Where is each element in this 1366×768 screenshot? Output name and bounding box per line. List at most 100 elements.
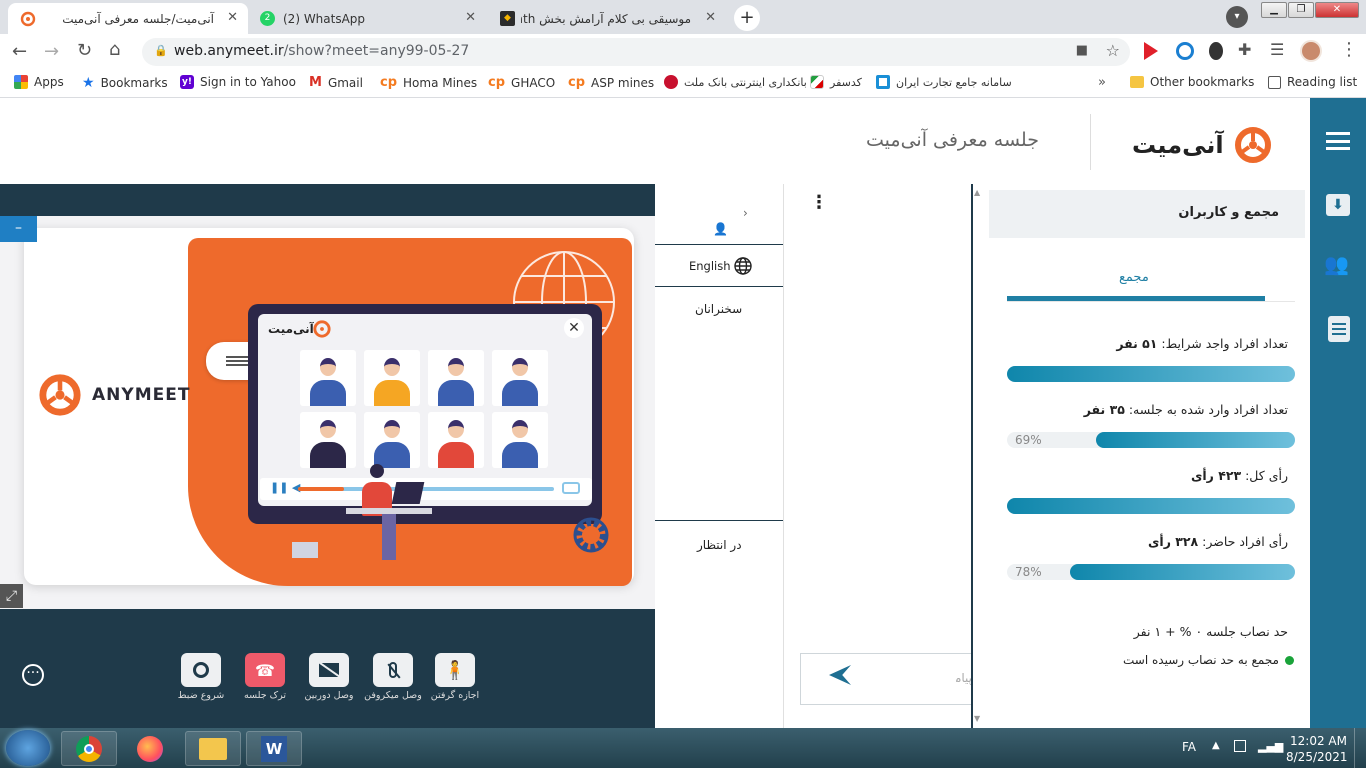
bookmark-bank-mellat[interactable]: بانکداری اینترنتی بانک ملت <box>664 75 807 89</box>
globe-icon <box>733 257 752 275</box>
users-group-icon[interactable]: 👥 <box>1324 252 1349 276</box>
taskbar-explorer[interactable] <box>185 731 241 766</box>
close-tab-icon[interactable]: ✕ <box>705 10 716 25</box>
close-window-button[interactable]: ✕ <box>1315 2 1359 18</box>
meeting-title: جلسه معرفی آنی‌میت <box>866 129 1039 151</box>
bookmark-kadsafar[interactable]: کدسفر <box>810 75 862 89</box>
participant-avatar-icon <box>428 350 484 406</box>
control-label: اجازه گرفتن <box>430 690 480 701</box>
extensions-puzzle-icon[interactable]: ✚ <box>1238 40 1251 59</box>
stat-label: تعداد افراد واجد شرایط: ۵۱ نفر <box>1116 336 1288 351</box>
other-bookmarks[interactable]: Other bookmarks <box>1130 75 1254 89</box>
tab-music[interactable]: ◆ موسیقی بی کلام آرامش بخش Path ✕ <box>490 3 726 34</box>
bookmark-apps[interactable]: Apps <box>14 75 64 89</box>
home-icon[interactable]: ⌂ <box>109 39 120 60</box>
download-icon[interactable]: ⬇ <box>1326 194 1350 216</box>
address-bar[interactable]: 🔒 web.anymeet.ir/show?meet=any99-05-27 ■… <box>142 38 1130 66</box>
url-path: /show?meet=any99-05-27 <box>283 43 470 59</box>
hamburger-menu-icon[interactable] <box>1326 132 1350 150</box>
hangup-icon: ☎ <box>255 660 275 680</box>
chat-menu-icon[interactable]: ⋮ <box>810 192 828 213</box>
close-tab-icon[interactable]: ✕ <box>465 10 476 25</box>
music-favicon-icon: ◆ <box>500 11 515 26</box>
tab-search-icon[interactable]: ▾ <box>1226 6 1248 28</box>
close-tab-icon[interactable]: ✕ <box>227 10 238 25</box>
more-menu-icon[interactable]: ⋮ <box>1340 39 1358 60</box>
tab-assembly[interactable]: مجمع <box>1119 270 1149 285</box>
stat-name: تعداد افراد وارد شده به جلسه: <box>1124 402 1288 417</box>
bookmark-homa-mines[interactable]: cp Homa Mines <box>380 75 477 90</box>
raise-hand-button[interactable]: 🧍 <box>435 653 475 687</box>
bookmark-star-icon[interactable]: ☆ <box>1106 41 1120 60</box>
taskbar-chrome[interactable] <box>61 731 117 766</box>
reading-list[interactable]: Reading list <box>1268 75 1357 89</box>
chat-input-box[interactable]: پیامی <box>800 653 972 705</box>
scroll-down-icon[interactable]: ▼ <box>974 714 980 723</box>
camera-off-button[interactable] <box>309 653 349 687</box>
reading-list-icon <box>1268 75 1281 89</box>
back-icon[interactable]: ← <box>12 41 27 62</box>
bookmark-tejarat-portal[interactable]: سامانه جامع تجارت ایران <box>876 75 1012 89</box>
more-options-icon[interactable]: ··· <box>22 664 44 686</box>
media-control-icon[interactable]: ☰ <box>1270 40 1284 59</box>
minimize-window-button[interactable]: ▁ <box>1261 2 1287 18</box>
network-icon[interactable]: ▂▄▆ <box>1258 740 1283 753</box>
clipboard-icon[interactable] <box>1328 316 1350 342</box>
bookmark-gmail[interactable]: M Gmail <box>309 75 363 90</box>
extension-sync-icon[interactable] <box>1176 42 1194 60</box>
mic-off-icon <box>387 662 401 679</box>
forward-icon[interactable]: → <box>44 41 59 62</box>
record-button[interactable] <box>181 653 221 687</box>
input-language[interactable]: FA <box>1182 740 1196 754</box>
camera-blocked-icon[interactable]: ■ <box>1076 43 1088 58</box>
control-label: ترک جلسه <box>244 690 286 701</box>
gmail-icon: M <box>309 75 322 90</box>
stat-value: ۴۲۳ رأی <box>1190 468 1242 483</box>
tab-anymeet[interactable]: آنی‌میت/جلسه معرفی آنی‌میت ✕ <box>8 3 248 34</box>
clock-date[interactable]: 8/25/2021 <box>1286 750 1348 764</box>
scroll-up-icon[interactable]: ▲ <box>974 188 980 197</box>
mic-off-button[interactable] <box>373 653 413 687</box>
send-icon[interactable] <box>829 665 851 685</box>
extension-red-icon[interactable] <box>1144 42 1158 60</box>
raise-hand-icon: 🧍 <box>443 659 467 681</box>
bank-icon <box>664 75 678 89</box>
yahoo-icon: y! <box>180 75 194 89</box>
divider <box>655 244 783 245</box>
bookmark-bookmarks[interactable]: ★ Bookmarks <box>82 75 168 91</box>
participant-avatar-icon <box>492 350 548 406</box>
clock-time[interactable]: 12:02 AM <box>1290 734 1347 748</box>
collapse-chevron-icon[interactable]: › <box>743 206 748 220</box>
stat-value: ۳۵ نفر <box>1083 402 1125 417</box>
stat-percent: 78% <box>1015 565 1042 579</box>
extension-dark-icon[interactable] <box>1209 42 1223 60</box>
show-desktop-button[interactable] <box>1354 728 1366 768</box>
reload-icon[interactable]: ↻ <box>77 40 92 61</box>
hangup-button[interactable]: ☎ <box>245 653 285 687</box>
taskbar-firefox[interactable] <box>122 731 178 766</box>
quorum-status: مجمع به حد نصاب رسیده است <box>1123 653 1294 667</box>
minimize-presentation-button[interactable]: – <box>0 216 37 242</box>
tray-expand-icon[interactable]: ▲ <box>1212 740 1220 751</box>
expand-icon[interactable]: ⤢ <box>0 584 23 608</box>
chrome-icon <box>76 735 102 762</box>
profile-avatar[interactable] <box>1300 40 1322 62</box>
tab-whatsapp[interactable]: 2 (2) WhatsApp ✕ <box>250 3 486 34</box>
bookmark-asp-mines[interactable]: cp ASP mines <box>568 75 654 90</box>
user-icon[interactable]: 👤 <box>713 222 728 236</box>
bookmark-ghaco[interactable]: cp GHACO <box>488 75 555 90</box>
more-bookmarks-chevron[interactable]: » <box>1098 75 1106 90</box>
fullscreen-mini-icon <box>562 482 580 494</box>
start-button[interactable] <box>6 730 50 766</box>
restore-window-button[interactable]: ❐ <box>1288 2 1314 18</box>
scrollbar-track[interactable]: ▲ ▼ <box>973 188 981 728</box>
taskbar-word[interactable]: W <box>246 731 302 766</box>
language-toggle[interactable]: English <box>689 256 753 276</box>
bookmark-yahoo[interactable]: y! Sign in to Yahoo <box>180 75 296 89</box>
new-tab-button[interactable]: + <box>734 5 760 31</box>
windows-taskbar: W FA ▲ ▂▄▆ 12:02 AM 8/25/2021 <box>0 728 1366 768</box>
bookmark-label: بانکداری اینترنتی بانک ملت <box>684 75 807 89</box>
bookmark-label: GHACO <box>511 75 556 90</box>
action-center-icon[interactable] <box>1234 740 1246 752</box>
logo-text: آنی‌میت <box>1132 131 1224 159</box>
